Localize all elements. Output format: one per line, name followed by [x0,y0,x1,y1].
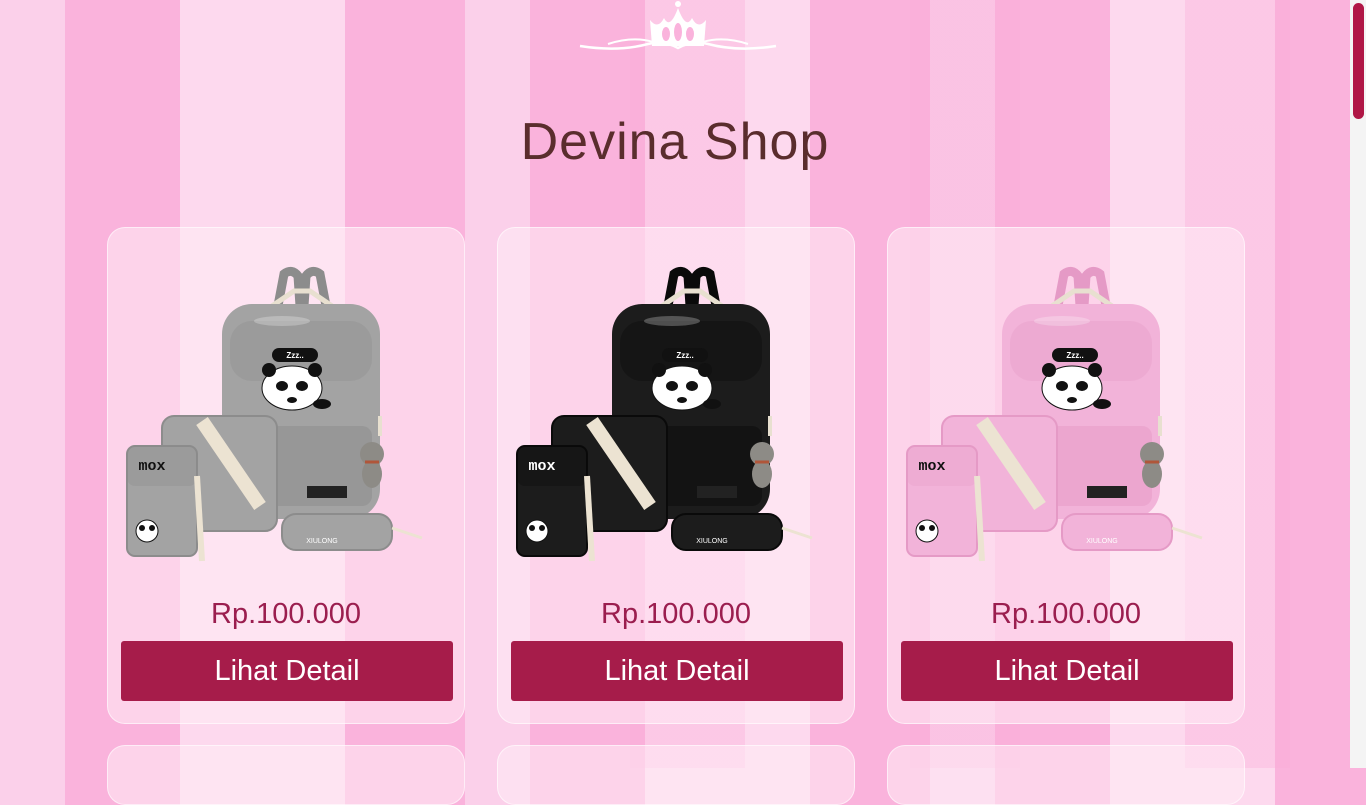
product-price: Rp.100.000 [601,598,751,630]
pouch-brand-text: mox [528,458,555,475]
case-brand-text: XIULONG [1086,538,1118,545]
scrollbar-thumb[interactable] [1353,3,1364,119]
product-image[interactable]: Zzz.. mox XIULONG [122,266,452,606]
product-card: Zzz.. mox XIULONG Rp.100.000 Lihat Detai… [887,227,1245,724]
case-brand-text: XIULONG [696,538,728,545]
lihat-detail-button[interactable]: Lihat Detail [121,641,453,701]
pouch-brand-text: mox [918,458,945,475]
product-card-next [887,745,1245,805]
scrollbar[interactable] [1350,0,1366,768]
lihat-detail-button[interactable]: Lihat Detail [511,641,843,701]
bubble-text: Zzz.. [1066,351,1083,360]
bubble-text: Zzz.. [676,351,693,360]
product-price: Rp.100.000 [211,598,361,630]
pouch-brand-text: mox [138,458,165,475]
product-card-next [497,745,855,805]
lihat-detail-button[interactable]: Lihat Detail [901,641,1233,701]
product-card: Zzz.. mox XIULONG Rp.100.000 Lihat Detai… [107,227,465,724]
case-brand-text: XIULONG [306,538,338,545]
page-title: Devina Shop [520,113,830,171]
product-card-next [107,745,465,805]
product-image[interactable]: Zzz.. mox XIULONG [902,266,1232,606]
product-image[interactable]: Zzz.. mox XIULONG [512,266,842,606]
crown-logo-icon [579,1,777,50]
product-price: Rp.100.000 [991,598,1141,630]
bubble-text: Zzz.. [286,351,303,360]
product-card: Zzz.. mox XIULONG Rp.100.000 Lihat Detai… [497,227,855,724]
